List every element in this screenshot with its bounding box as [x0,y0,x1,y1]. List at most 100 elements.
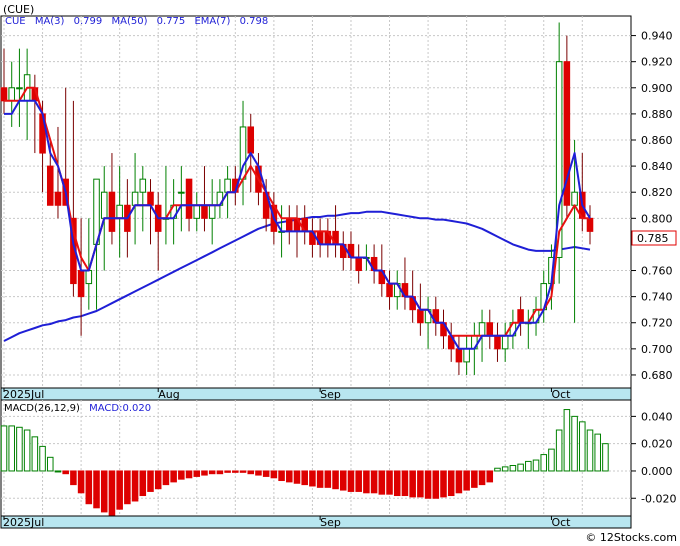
macd-date-label: 2025Jul [3,516,44,529]
price-tick-label: 0.860 [641,134,673,147]
macd-bar [147,470,154,492]
macd-bar [370,470,378,494]
legend-ticker: CUE [5,16,26,27]
macd-bar [332,470,339,490]
macd-bar [486,470,494,483]
macd-bar [471,470,478,488]
price-tick-label: 0.880 [641,108,673,121]
macd-bar [417,470,424,498]
macd-bar [116,470,123,510]
macd-bar [39,445,46,472]
macd-bar [540,454,548,472]
macd-bar [247,470,255,475]
macd-bar [602,443,609,472]
candle-body [455,348,463,363]
macd-bar [262,470,270,477]
macd-bar [8,425,15,472]
candle-body [486,322,494,337]
candle-body [147,191,154,206]
macd-bar [232,470,239,473]
macd-bar [355,470,362,492]
price-date-band [0,387,632,401]
price-tick-label: 0.900 [641,82,673,95]
candle-body [286,217,293,232]
macd-tick-label: 0.000 [641,465,673,478]
candle-body [139,178,147,193]
legend-ma3-value: 0.799 [74,16,103,27]
macd-date-label: Oct [551,516,571,529]
legend-ema7-value: 0.798 [240,16,269,27]
macd-bar [401,470,409,497]
candle-body [463,348,470,363]
candle-body [247,126,255,154]
macd-bar [339,470,347,491]
macd-bar [424,470,432,499]
macd-bar [478,470,486,486]
macd-bar [347,470,355,492]
legend-ema7-label: EMA(7) [194,16,230,27]
candle-body [224,178,231,193]
macd-bar [548,448,555,472]
candle-body [46,165,54,206]
price-legend: CUE MA(3) 0.799 MA(50) 0.775 EMA(7) 0.79… [5,16,268,27]
price-tick-label: 0.740 [641,291,673,304]
price-tick-label: 0.680 [641,369,673,382]
candle-body [85,270,93,285]
macd-bar [393,470,401,497]
candle-body [0,87,8,102]
macd-bar [594,433,601,472]
macd-bar [23,429,31,472]
legend-ma50-value: 0.775 [157,16,186,27]
candle-body [193,204,201,219]
candle-body [8,87,15,102]
macd-bar [563,409,571,472]
macd-bar [571,415,578,472]
macd-bar [239,470,247,473]
candle-body [185,178,193,219]
macd-bar [139,470,147,497]
macd-bar [178,470,185,480]
macd-bar [293,470,301,484]
macd-bar [185,470,193,479]
macd-bar [255,470,262,476]
candle-body [208,204,216,219]
macd-tick-label: 0.020 [641,438,673,451]
macd-bar [509,465,517,472]
macd-bar [70,470,77,486]
macd-bar [131,470,139,502]
macd-bar [532,459,540,472]
macd-bar [517,463,524,472]
macd-bar [555,429,563,472]
candle [563,35,571,219]
candle-body [517,309,524,324]
candle-body [77,270,85,298]
candle-body [16,87,23,90]
macd-bar [301,470,308,486]
candle-body [108,191,116,232]
price-tick-label: 0.700 [641,343,673,356]
macd-tick-label: 0.040 [641,410,673,423]
candle-body [417,309,424,324]
price-tick-label: 0.840 [641,160,673,173]
candle-body [178,191,185,194]
candle-body [571,191,578,206]
date-label: 2025Jul [3,388,44,401]
macd-date-label: Sep [320,516,341,529]
macd-bar [124,470,131,505]
candle-body [386,283,393,298]
macd-bar [324,470,332,488]
macd-bar [85,470,93,505]
macd-bar [316,470,324,488]
macd-bar [463,470,470,491]
date-label: Oct [551,388,571,401]
macd-bar [0,425,8,472]
macd-date-band [0,515,632,529]
macd-bar [309,470,316,487]
macd-bar [286,470,293,483]
candle-body [100,191,108,219]
macd-bar [525,460,532,472]
last-price-label: 0.785 [637,232,669,245]
candle-body [501,335,509,350]
macd-bar [170,470,177,483]
price-tick-label: 0.800 [641,212,673,225]
